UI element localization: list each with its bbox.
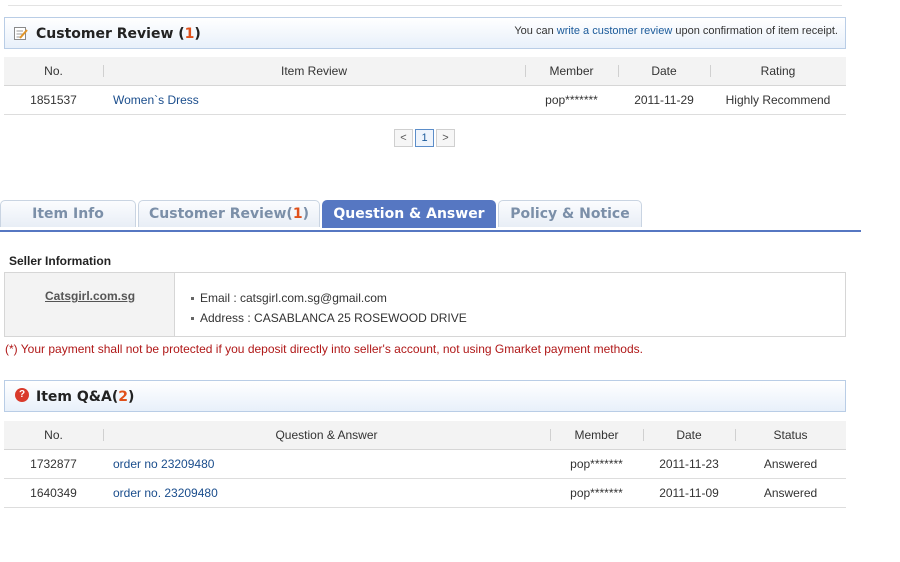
qa-table: No. Question & Answer Member Date Status… bbox=[4, 421, 846, 508]
col-header-member: Member bbox=[525, 57, 618, 86]
qa-no: 1640349 bbox=[4, 478, 103, 508]
review-item-link[interactable]: Women`s Dress bbox=[113, 93, 199, 107]
review-note: You can write a customer review upon con… bbox=[514, 25, 838, 37]
col-header-no: No. bbox=[4, 421, 103, 450]
review-table: No. Item Review Member Date Rating 18515… bbox=[4, 57, 846, 115]
qa-member: pop******* bbox=[550, 478, 643, 508]
col-header-status: Status bbox=[735, 421, 846, 450]
seller-name-link[interactable]: Catsgirl.com.sg bbox=[45, 289, 135, 303]
qa-count: 2 bbox=[118, 389, 128, 405]
write-review-link[interactable]: write a customer review bbox=[557, 25, 673, 37]
col-header-member: Member bbox=[550, 421, 643, 450]
qa-question-link[interactable]: order no 23209480 bbox=[113, 457, 214, 471]
seller-email: Email : catsgirl.com.sg@gmail.com bbox=[191, 288, 467, 308]
pager-page-1[interactable]: 1 bbox=[415, 129, 434, 147]
item-tabs: Item Info Customer Review(1) Question & … bbox=[0, 200, 861, 232]
qa-date: 2011-11-09 bbox=[643, 478, 735, 508]
seller-information-heading: Seller Information bbox=[9, 254, 112, 268]
tab-item-info[interactable]: Item Info bbox=[0, 200, 136, 227]
qa-status: Answered bbox=[735, 478, 846, 508]
customer-review-header: Customer Review (1) You can write a cust… bbox=[4, 17, 846, 49]
review-rating: Highly Recommend bbox=[710, 85, 846, 115]
table-row: 1732877 order no 23209480 pop******* 201… bbox=[4, 449, 846, 479]
review-pagination: <1 > bbox=[394, 129, 457, 147]
review-date: 2011-11-29 bbox=[618, 85, 710, 115]
qa-no: 1732877 bbox=[4, 449, 103, 479]
seller-name-cell: Catsgirl.com.sg bbox=[5, 273, 175, 336]
tab-question-answer[interactable]: Question & Answer bbox=[322, 200, 496, 228]
qa-question-link[interactable]: order no. 23209480 bbox=[113, 486, 218, 500]
review-count: 1 bbox=[184, 26, 195, 42]
tab-policy-notice[interactable]: Policy & Notice bbox=[498, 200, 642, 227]
qa-member: pop******* bbox=[550, 449, 643, 479]
review-no: 1851537 bbox=[4, 85, 103, 115]
question-icon: ? bbox=[15, 388, 29, 402]
customer-review-title: Customer Review (1) bbox=[36, 26, 201, 42]
seller-address: Address : CASABLANCA 25 ROSEWOOD DRIVE bbox=[191, 308, 467, 328]
pager-prev-button[interactable]: < bbox=[394, 129, 413, 147]
table-row: 1851537 Women`s Dress pop******* 2011-11… bbox=[4, 85, 846, 115]
seller-info-box: Catsgirl.com.sg Email : catsgirl.com.sg@… bbox=[4, 272, 846, 337]
col-header-item-review: Item Review bbox=[103, 57, 525, 86]
qa-status: Answered bbox=[735, 449, 846, 479]
item-qa-title: Item Q&A(2) bbox=[36, 389, 135, 405]
tab-customer-review[interactable]: Customer Review(1) bbox=[138, 200, 320, 227]
top-divider bbox=[8, 5, 842, 6]
review-pencil-icon bbox=[14, 27, 28, 40]
table-row: 1640349 order no. 23209480 pop******* 20… bbox=[4, 478, 846, 508]
col-header-date: Date bbox=[618, 57, 710, 86]
col-header-no: No. bbox=[4, 57, 103, 86]
qa-date: 2011-11-23 bbox=[643, 449, 735, 479]
col-header-question-answer: Question & Answer bbox=[103, 421, 550, 450]
col-header-rating: Rating bbox=[710, 57, 846, 86]
seller-contact: Email : catsgirl.com.sg@gmail.com Addres… bbox=[191, 288, 467, 328]
item-qa-header: ? Item Q&A(2) bbox=[4, 380, 846, 412]
review-member: pop******* bbox=[525, 85, 618, 115]
payment-warning: (*) Your payment shall not be protected … bbox=[5, 342, 643, 356]
pager-next-button[interactable]: > bbox=[436, 129, 455, 147]
col-header-date: Date bbox=[643, 421, 735, 450]
